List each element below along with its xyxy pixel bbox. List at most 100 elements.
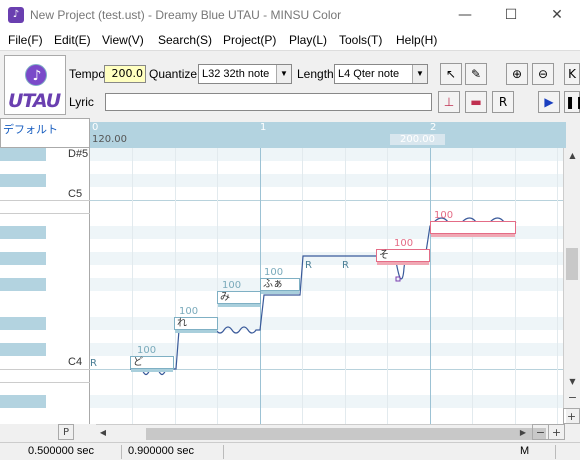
key-divider: [0, 382, 90, 383]
status-bar: 0.500000 sec 0.900000 sec M: [0, 442, 580, 460]
more-icon: K: [568, 67, 576, 81]
vertical-scroll-thumb[interactable]: [566, 248, 578, 280]
tempo-input[interactable]: 200.0: [104, 65, 146, 83]
quantize-label: Quantize: [149, 67, 198, 81]
zoom-out-button[interactable]: ⊖: [532, 63, 554, 85]
menu-file[interactable]: File(F): [8, 33, 43, 47]
note[interactable]: れ: [174, 317, 218, 333]
quantize-value: L32 32th note: [202, 68, 270, 80]
zoom-horizontal-plus-button[interactable]: +: [548, 424, 565, 440]
minimize-button[interactable]: —: [442, 0, 488, 30]
piano-keyboard[interactable]: D#5 C5 C4: [0, 148, 90, 424]
note-lyric: み: [220, 292, 230, 303]
lyric-input[interactable]: [105, 93, 432, 111]
black-key[interactable]: [0, 395, 46, 408]
note-grid[interactable]: R R R 100 ど 100 れ 100 み 100 ふぁ 100 そ 100: [90, 148, 566, 424]
add-rest-icon: R: [498, 95, 508, 109]
key-divider: [0, 369, 90, 370]
black-key[interactable]: [0, 148, 46, 161]
rest-marker[interactable]: R: [342, 260, 349, 271]
timeline-ruler[interactable]: 0 1 2 120.00 200.00: [90, 122, 566, 148]
horizontal-scroll-thumb[interactable]: [146, 428, 546, 440]
rest-marker[interactable]: R: [305, 260, 312, 271]
length-label: Length: [297, 67, 334, 81]
menu-project[interactable]: Project(P): [223, 33, 276, 47]
black-key[interactable]: [0, 226, 46, 239]
close-button[interactable]: ✕: [534, 0, 580, 30]
key-divider: [0, 213, 90, 214]
add-note-button[interactable]: ▬: [465, 91, 487, 113]
note-envelope: [131, 369, 173, 372]
vertical-scrollbar[interactable]: ▲ ▼ −: [563, 148, 580, 408]
zoom-in-button[interactable]: ⊕: [506, 63, 528, 85]
menu-play[interactable]: Play(L): [289, 33, 327, 47]
velocity-label: 100: [137, 345, 157, 356]
insert-note-button[interactable]: ⊥: [438, 91, 460, 113]
note-envelope: [431, 234, 515, 237]
chevron-down-icon: ▼: [276, 65, 291, 83]
track-name[interactable]: デフォルト: [0, 118, 90, 148]
zoom-vertical-button[interactable]: −: [564, 390, 580, 406]
black-key[interactable]: [0, 174, 46, 187]
menu-view[interactable]: View(V): [102, 33, 144, 47]
menu-edit[interactable]: Edit(E): [54, 33, 91, 47]
lyric-label: Lyric: [69, 95, 94, 109]
velocity-label: 100: [222, 280, 242, 291]
play-icon: ▶: [544, 95, 554, 109]
zoom-horizontal-minus-button[interactable]: −: [532, 424, 549, 440]
velocity-label: 100: [394, 238, 414, 249]
status-mode: M: [516, 445, 556, 459]
play-button[interactable]: ▶: [538, 91, 560, 113]
pitch-curve: [130, 217, 517, 376]
pointer-tool-button[interactable]: ↖: [440, 63, 462, 85]
black-key[interactable]: [0, 343, 46, 356]
scroll-up-arrow[interactable]: ▲: [564, 148, 580, 164]
zoom-in-icon: ⊕: [511, 67, 523, 81]
maximize-button[interactable]: ☐: [488, 0, 534, 30]
toolbar: ♪ UTAU Tempo 200.0 Quantize L32 32th not…: [0, 50, 580, 118]
note-lyric: ど: [133, 357, 143, 368]
note-envelope: [261, 291, 299, 294]
rest-marker[interactable]: R: [90, 358, 97, 369]
menu-search[interactable]: Search(S): [158, 33, 212, 47]
pause-icon: ❚❚: [565, 95, 580, 109]
pause-button[interactable]: ❚❚: [564, 91, 580, 113]
note[interactable]: そ: [376, 249, 430, 265]
zoom-out-icon: ⊖: [537, 67, 549, 81]
bar-number: 0: [92, 122, 99, 133]
black-key[interactable]: [0, 252, 46, 265]
menu-help[interactable]: Help(H): [396, 33, 437, 47]
pointer-icon: ↖: [445, 67, 457, 81]
scroll-down-arrow[interactable]: ▼: [564, 374, 580, 390]
zoom-vertical-plus-button[interactable]: +: [563, 408, 580, 424]
note[interactable]: ふぁ: [260, 278, 300, 294]
black-key[interactable]: [0, 278, 46, 291]
tempo-label: Tempo: [69, 67, 106, 81]
key-label: C5: [68, 188, 83, 200]
black-key[interactable]: [0, 317, 46, 330]
add-rest-button[interactable]: R: [492, 91, 514, 113]
note[interactable]: み: [217, 291, 261, 307]
scroll-right-arrow[interactable]: ▶: [516, 425, 530, 441]
status-time-2: 0.900000 sec: [124, 445, 224, 459]
insert-note-icon: ⊥: [443, 95, 455, 109]
p-button[interactable]: P: [58, 424, 74, 440]
scroll-left-arrow[interactable]: ◀: [96, 425, 110, 441]
velocity-label: 100: [264, 267, 284, 278]
status-time-1: 0.500000 sec: [24, 445, 122, 459]
app-icon: ♪: [8, 7, 24, 23]
music-note-icon: ♪: [25, 64, 47, 86]
tempo-marker: 200.00: [390, 134, 445, 145]
menu-tools[interactable]: Tools(T): [339, 33, 382, 47]
menu-bar: File(F) Edit(E) View(V) Search(S) Projec…: [0, 30, 580, 50]
note[interactable]: [430, 221, 516, 237]
length-select[interactable]: L4 Qter note ▼: [334, 64, 428, 84]
quantize-select[interactable]: L32 32th note ▼: [198, 64, 292, 84]
pencil-tool-button[interactable]: ✎: [465, 63, 487, 85]
velocity-label: 100: [179, 306, 199, 317]
note[interactable]: ど: [130, 356, 174, 372]
note-lyric: ふぁ: [263, 279, 283, 290]
bar-number: 1: [260, 122, 267, 133]
horizontal-scrollbar[interactable]: ◀ ▶: [96, 424, 546, 442]
extra-tool-button[interactable]: K: [564, 63, 580, 85]
